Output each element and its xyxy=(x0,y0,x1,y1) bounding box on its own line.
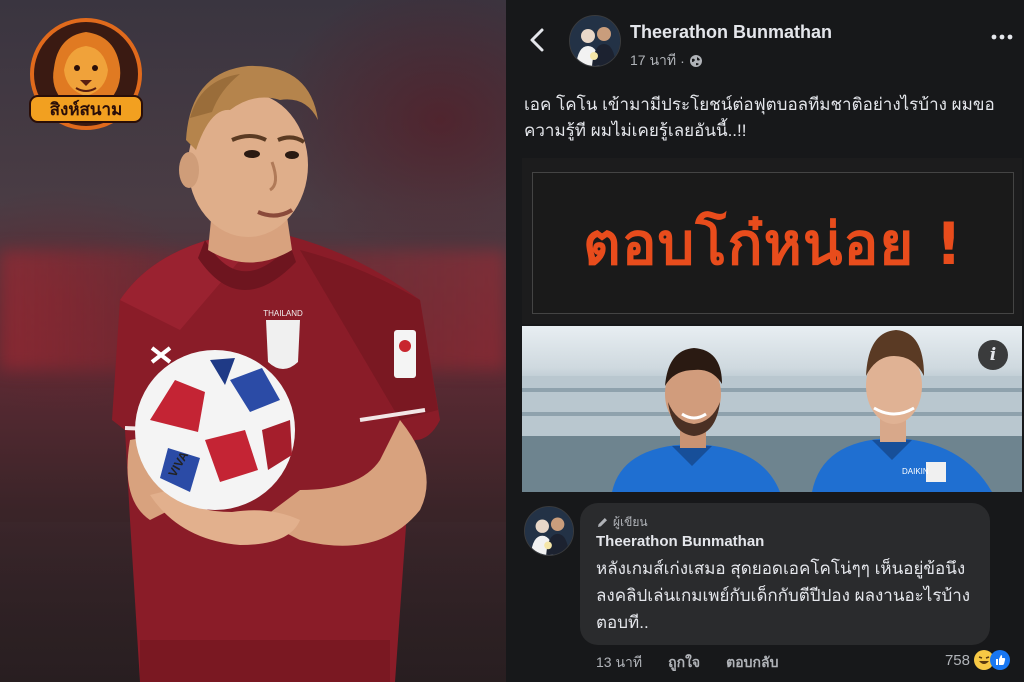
author-badge-label: ผู้เขียน xyxy=(613,515,648,529)
reply-button[interactable]: ตอบกลับ xyxy=(726,652,778,674)
post-author-avatar[interactable] xyxy=(569,15,621,67)
globe-icon xyxy=(689,55,702,67)
separator-dot: · xyxy=(680,53,685,69)
banner-text: ตอบโก๋หน่อย ! xyxy=(583,209,963,278)
back-icon[interactable] xyxy=(526,26,550,54)
logo-text: สิงห์สนาม xyxy=(50,99,123,120)
post-image-banner[interactable]: ตอบโก๋หน่อย ! xyxy=(522,158,1022,324)
reaction-summary[interactable]: 758 xyxy=(945,650,1010,670)
post-image-players[interactable]: DAIKIN i xyxy=(522,326,1022,492)
svg-text:THAILAND: THAILAND xyxy=(263,309,303,318)
like-reaction-icon xyxy=(990,650,1010,670)
reaction-count: 758 xyxy=(944,651,970,669)
players-illustration: DAIKIN xyxy=(522,330,1022,492)
more-options-icon[interactable] xyxy=(990,30,1014,44)
comment-author-name[interactable]: Theerathon Bunmathan xyxy=(596,533,764,550)
post-timestamp[interactable]: 17 นาที · xyxy=(630,50,703,72)
comment-bubble[interactable]: ผู้เขียน Theerathon Bunmathan หลังเกมส์เ… xyxy=(580,503,990,645)
info-icon[interactable]: i xyxy=(978,340,1008,370)
pencil-icon xyxy=(598,518,607,527)
author-badge: ผู้เขียน xyxy=(596,513,648,532)
like-button[interactable]: ถูกใจ xyxy=(668,652,700,674)
banner-frame: ตอบโก๋หน่อย ! xyxy=(532,172,1014,314)
post-author-name[interactable]: Theerathon Bunmathan xyxy=(630,22,832,43)
post-body-text: เอค โคโน เข้ามามีประโยชน์ต่อฟุตบอลทีมชาต… xyxy=(524,95,995,140)
facebook-post-panel: Theerathon Bunmathan 17 นาที · เอค โคโน … xyxy=(506,0,1024,682)
svg-text:DAIKIN: DAIKIN xyxy=(902,467,929,476)
singsanam-logo: สิงห์สนาม xyxy=(29,18,143,130)
comment-text: หลังเกมส์เก่งเสมอ สุดยอดเอคโคโน่ๆๆ เห็นอ… xyxy=(596,559,971,632)
comment-time[interactable]: 13 นาที xyxy=(596,652,642,674)
player-photo: THAILAND VIVA สิงห์สนาม xyxy=(0,0,506,682)
post-time-text: 17 นาที xyxy=(630,52,677,68)
comment-actions: 13 นาที ถูกใจ ตอบกลับ xyxy=(596,652,778,674)
comment-author-avatar[interactable] xyxy=(524,506,574,556)
